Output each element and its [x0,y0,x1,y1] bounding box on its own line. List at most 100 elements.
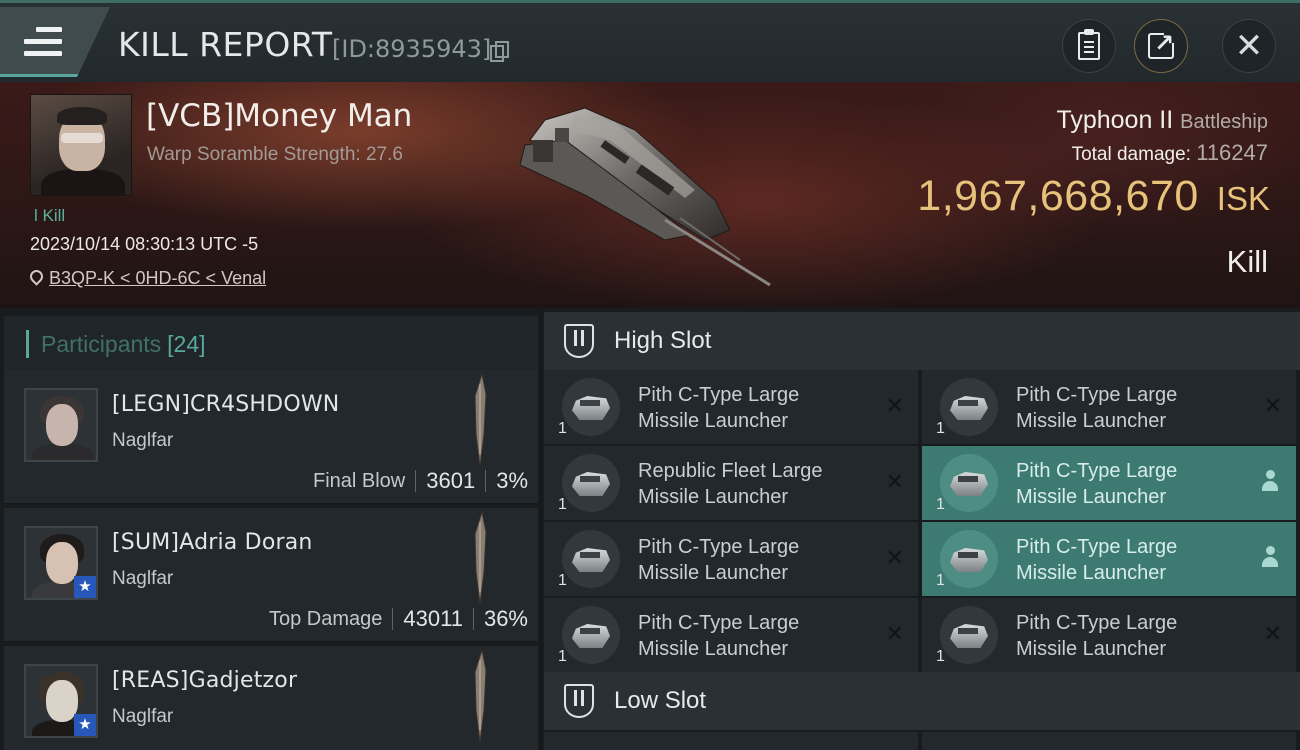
kill-location[interactable]: B3QP-K < 0HD-6C < Venal [30,268,266,289]
missile-launcher-icon [940,606,998,664]
share-button[interactable] [1134,19,1188,73]
participant-name[interactable]: [SUM]Adria Doran [112,530,313,555]
participant-name[interactable]: [LEGN]CR4SHDOWN [112,392,339,417]
victim-banner: [VCB]Money Man Warp Soramble Strength: 2… [0,82,1300,308]
x-icon: ✕ [885,470,904,495]
participant-tag: Final Blow [312,469,406,492]
participant-percent: 3% [496,468,528,493]
victim-ship[interactable]: Typhoon II Battleship [1056,106,1268,135]
ship-image [519,107,771,287]
module-item[interactable]: 1 Pith C-Type Large Missile Launcher ✕ [544,522,918,596]
warp-scramble-strength: Warp Soramble Strength: 27.6 [147,144,403,165]
fitting-panel[interactable]: High Slot 1 Pith C-Type Large Missile Lau… [542,308,1300,750]
module-name: Pith C-Type Large Missile Launcher [1016,612,1178,660]
module-name: Pith C-Type Large Missile Launcher [1016,536,1178,584]
star-icon: ★ [74,576,96,598]
module-quantity: 1 [936,648,945,665]
result-label: Kill [1226,244,1268,279]
x-icon: ✕ [1263,622,1282,647]
top-bar: KILL REPORT [ID:8935943] ✕ [0,0,1300,82]
participants-panel[interactable]: Participants [24] [LEGN]CR4SHDOWN Naglfa… [0,308,540,750]
low-slot-icon [564,684,594,718]
kill-tag: l Kill [34,206,66,225]
isk-unit: ISK [1216,180,1270,217]
participant-tag: Top Damage [269,607,383,630]
location-link[interactable]: B3QP-K < 0HD-6C < Venal [49,268,266,289]
x-icon: ✕ [885,394,904,419]
participant-damage: 43011 [403,606,463,631]
close-button[interactable]: ✕ [1222,19,1276,73]
participant-stats: Top Damage 43011 36% [269,606,528,632]
participant-row[interactable]: ★ [SUM]Adria Doran Naglfar Top Damage 43… [4,508,538,642]
participant-ship: Naglfar [112,430,174,451]
close-icon: ✕ [1234,26,1264,66]
clipboard-button[interactable] [1062,19,1116,73]
module-quantity: 1 [936,496,945,513]
module-name: Pith C-Type Large Missile Launcher [1016,460,1178,508]
module-item[interactable] [544,732,918,750]
x-icon: ✕ [885,546,904,571]
x-icon: ✕ [1263,394,1282,419]
x-icon: ✕ [885,622,904,647]
hamburger-menu-icon[interactable] [24,27,62,57]
page-title: KILL REPORT [118,25,333,64]
high-slot-icon [564,324,594,358]
location-pin-icon [30,270,43,287]
victim-portrait[interactable] [30,94,132,196]
participants-label: Participants [41,330,162,357]
missile-launcher-icon [940,454,998,512]
person-icon [1262,546,1278,568]
participant-damage: 3601 [426,468,476,493]
module-item[interactable]: 1 Pith C-Type Large Missile Launcher [922,446,1296,520]
star-icon: ★ [74,714,96,736]
ship-icon [474,650,487,742]
participants-header: Participants [24] [4,316,538,372]
avatar[interactable]: ★ [24,526,98,600]
module-item[interactable]: 1 Pith C-Type Large Missile Launcher ✕ [544,598,918,672]
ship-name: Typhoon II [1056,106,1174,134]
missile-launcher-icon [562,378,620,436]
total-damage-value: 116247 [1196,140,1268,165]
missile-launcher-icon [940,530,998,588]
module-item[interactable]: 1 Pith C-Type Large Missile Launcher ✕ [922,598,1296,672]
participants-count: [24] [167,330,206,357]
participant-ship: Naglfar [112,706,174,727]
module-name: Pith C-Type Large Missile Launcher [638,384,800,432]
module-name: Pith C-Type Large Missile Launcher [638,612,800,660]
module-quantity: 1 [558,572,567,589]
module-quantity: 1 [936,420,945,437]
low-slot-label: Low Slot [614,687,707,714]
participant-row[interactable]: [LEGN]CR4SHDOWN Naglfar Final Blow 3601 … [4,370,538,504]
isk-amount: 1,967,668,670 [917,172,1199,220]
report-id: [ID:8935943] [332,35,492,63]
ship-icon [474,512,487,604]
isk-value: 1,967,668,670 ISK [917,172,1270,221]
participant-row[interactable]: ★ [REAS]Gadjetzor Naglfar [4,646,538,750]
victim-name[interactable]: [VCB]Money Man [146,98,412,134]
participant-name[interactable]: [REAS]Gadjetzor [112,668,297,693]
avatar[interactable] [24,388,98,462]
module-quantity: 1 [558,420,567,437]
total-damage-label: Total damage: [1071,144,1191,165]
module-item[interactable] [922,732,1296,750]
total-damage: Total damage: 116247 [1072,140,1268,166]
clipboard-icon [1078,29,1100,60]
module-item[interactable]: 1 Pith C-Type Large Missile Launcher [922,522,1296,596]
module-name: Pith C-Type Large Missile Launcher [1016,384,1178,432]
module-item[interactable]: 1 Republic Fleet Large Missile Launcher ✕ [544,446,918,520]
high-slot-label: High Slot [614,327,712,354]
ship-class: Battleship [1180,111,1268,133]
person-icon [1262,470,1278,492]
menu-button[interactable] [0,7,110,77]
copy-icon[interactable] [490,41,509,62]
high-slot-header: High Slot [544,312,1300,370]
module-name: Republic Fleet Large Missile Launcher [638,460,823,508]
share-icon [1148,29,1176,59]
module-quantity: 1 [558,648,567,665]
ship-icon [474,374,487,466]
missile-launcher-icon [940,378,998,436]
module-quantity: 1 [936,572,945,589]
avatar[interactable]: ★ [24,664,98,738]
module-item[interactable]: 1 Pith C-Type Large Missile Launcher ✕ [544,370,918,444]
module-item[interactable]: 1 Pith C-Type Large Missile Launcher ✕ [922,370,1296,444]
